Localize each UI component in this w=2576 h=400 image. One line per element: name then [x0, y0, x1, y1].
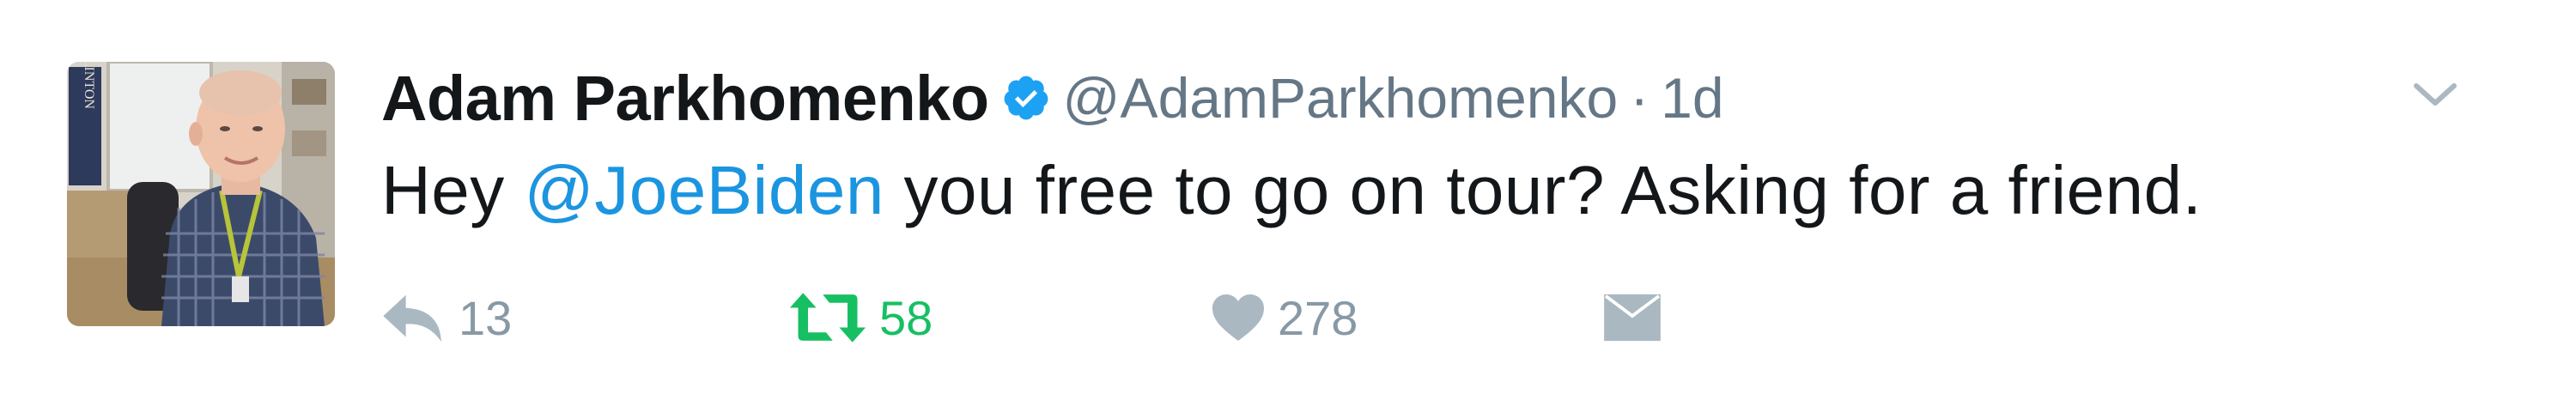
- avatar[interactable]: CLINTON: [67, 62, 335, 326]
- chevron-down-icon[interactable]: [2411, 77, 2459, 112]
- tweet-actions: 13 58 278: [381, 283, 2528, 352]
- direct-message-button[interactable]: [1602, 283, 1662, 352]
- like-button[interactable]: 278: [1211, 283, 1358, 352]
- retweet-icon: [789, 293, 866, 342]
- verified-badge-icon: [1001, 73, 1051, 123]
- envelope-icon: [1604, 294, 1661, 342]
- tweet-text: Hey @JoeBiden you free to go on tour? As…: [381, 151, 2202, 230]
- like-count: 278: [1278, 290, 1358, 345]
- tweet-text-after: you free to go on tour? Asking for a fri…: [884, 152, 2202, 228]
- tweet-header: Adam Parkhomenko @AdamParkhomenko · 1d: [381, 57, 1724, 139]
- reply-button[interactable]: 13: [381, 283, 512, 352]
- reply-count: 13: [459, 290, 513, 345]
- mention-link[interactable]: @JoeBiden: [525, 152, 884, 228]
- retweet-button[interactable]: 58: [788, 283, 933, 352]
- retweet-count: 58: [879, 290, 933, 345]
- avatar-photo: CLINTON: [67, 62, 335, 326]
- heart-icon: [1212, 294, 1264, 341]
- tweet-text-before: Hey: [381, 152, 525, 228]
- separator-dot: ·: [1630, 66, 1649, 130]
- timestamp[interactable]: 1d: [1661, 65, 1723, 130]
- display-name[interactable]: Adam Parkhomenko: [381, 62, 989, 135]
- handle[interactable]: @AdamParkhomenko: [1063, 65, 1619, 130]
- tweet-card: CLINTON Adam Parkhomenko @AdamParkhomenk…: [0, 0, 2576, 400]
- reply-icon: [383, 294, 441, 342]
- sign-text: CLINTON: [82, 62, 96, 109]
